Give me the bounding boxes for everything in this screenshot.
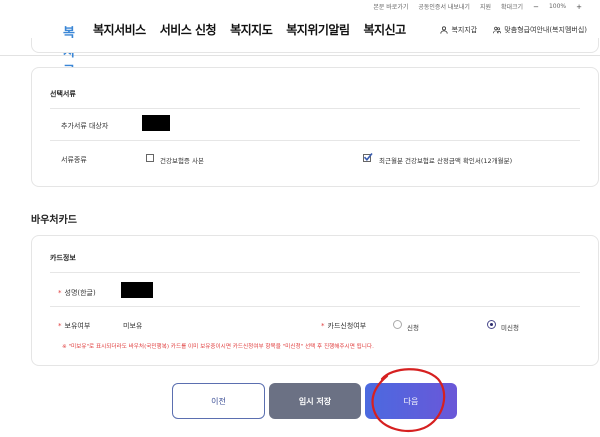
card-info-title: 카드정보 [50, 254, 76, 262]
documents-card: 선택서류 추가서류 대상자 서류종류 건강보험증 사본 최근월분 건강보험료 산… [31, 67, 599, 187]
checkmark-icon [363, 152, 373, 162]
nav-welfare-map[interactable]: 복지지도 [230, 21, 273, 38]
nav-crisis-alert[interactable]: 복지위기알림 [286, 21, 350, 38]
utility-bar: 본문 바로가기 공동인증서 내보내기 지원 확대크기 − 100% + [373, 2, 582, 12]
temp-save-button[interactable]: 임시 저장 [269, 383, 361, 419]
zoom-out-button[interactable]: − [533, 3, 539, 11]
not-apply-radio-label: 미신청 [501, 324, 519, 332]
apply-radio[interactable] [393, 320, 402, 329]
required-mark: * [58, 322, 62, 330]
header-utility: 복지지갑 맞춤형급여안내(복지멤버십) [440, 25, 587, 35]
prev-button[interactable]: 이전 [172, 383, 265, 419]
owned-label-text: 보유여부 [64, 322, 91, 330]
owned-label: * 보유여부 [58, 321, 90, 331]
target-label: 추가서류 대상자 [61, 122, 109, 130]
support-link[interactable]: 지원 [480, 2, 491, 11]
required-mark: * [58, 289, 62, 297]
skip-to-content-link[interactable]: 본문 바로가기 [373, 2, 408, 11]
health-insurance-copy-checkbox[interactable] [146, 154, 154, 162]
apply-radio-label: 신청 [407, 324, 419, 332]
divider [50, 108, 580, 109]
health-insurance-copy-label: 건강보험증 사본 [160, 157, 204, 165]
benefit-guide-link[interactable]: 맞춤형급여안내(복지멤버십) [493, 25, 587, 35]
person-icon [440, 26, 449, 34]
zoom-in-button[interactable]: + [576, 3, 582, 11]
divider [50, 140, 580, 141]
document-type-label: 서류종류 [61, 156, 87, 164]
wallet-label: 복지지갑 [451, 26, 478, 34]
wallet-link[interactable]: 복지지갑 [440, 25, 477, 35]
cert-export-link[interactable]: 공동인증서 내보내기 [418, 2, 470, 11]
card-notice-text: ※ "미보유"로 표시되더라도 바우처(국민행복) 카드를 이미 보유중이시면 … [62, 344, 374, 350]
main-nav: 복지서비스 서비스 신청 복지지도 복지위기알림 복지신고 [93, 21, 406, 38]
apply-label-text: 카드신청여부 [327, 322, 367, 330]
premium-statement-checkbox[interactable] [363, 152, 373, 162]
voucher-section-title: 바우처카드 [31, 215, 77, 226]
name-label-text: 성명(한글) [64, 289, 96, 297]
required-mark: * [321, 322, 325, 330]
redacted-target-name [142, 115, 170, 131]
apply-label: * 카드신청여부 [321, 321, 366, 331]
next-button[interactable]: 다음 [365, 383, 457, 419]
divider [50, 272, 580, 273]
redacted-name [121, 282, 153, 298]
name-label: * 성명(한글) [58, 288, 96, 298]
zoom-value: 100% [548, 3, 567, 10]
benefit-guide-label: 맞춤형급여안내(복지멤버십) [504, 26, 587, 34]
owned-value: 미보유 [123, 322, 143, 330]
not-apply-radio[interactable] [487, 320, 496, 329]
people-icon [493, 26, 502, 34]
nav-service-apply[interactable]: 서비스 신청 [160, 21, 217, 38]
zoom-label: 확대크기 [501, 4, 524, 11]
nav-welfare-services[interactable]: 복지서비스 [93, 21, 146, 38]
documents-title: 선택서류 [50, 90, 76, 98]
premium-statement-label: 최근월분 건강보험료 산정금액 확인서(12개월분) [379, 157, 513, 165]
nav-welfare-report[interactable]: 복지신고 [364, 21, 407, 38]
previous-section-card [31, 38, 599, 53]
divider [50, 306, 580, 307]
